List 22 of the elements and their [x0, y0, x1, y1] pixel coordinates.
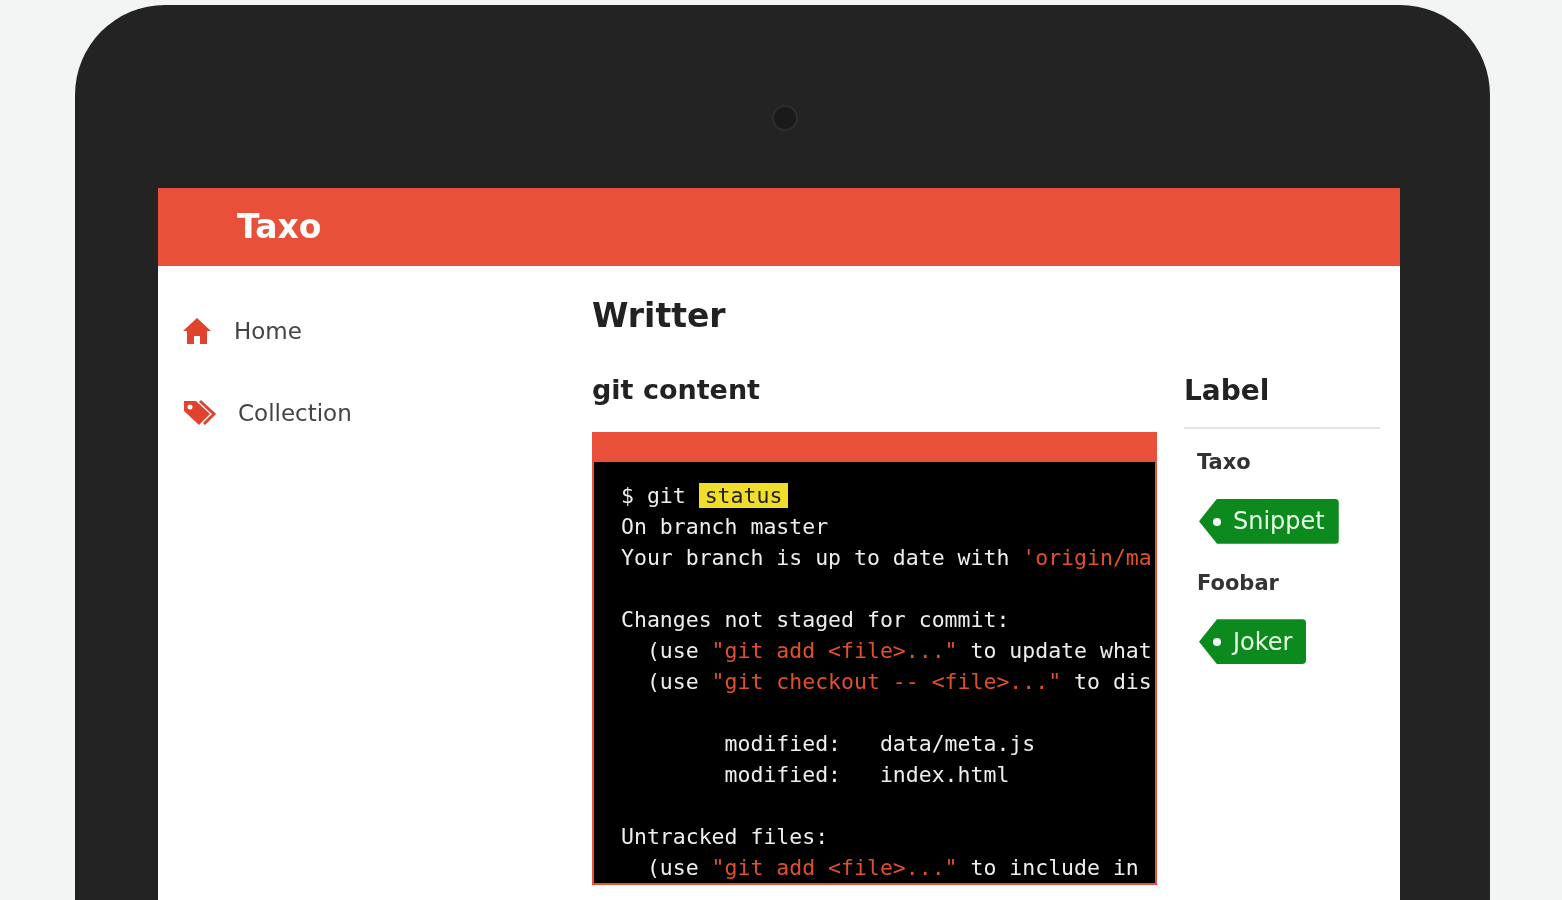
section-title: git content	[592, 373, 761, 406]
terminal-line: modified: data/meta.js	[723, 730, 1037, 758]
terminal-line: Changes not staged for commit:	[621, 606, 1011, 634]
terminal-line: Your branch is up to date with 'origin/ma	[621, 544, 1153, 572]
home-icon	[182, 317, 212, 345]
group-name: Foobar	[1197, 569, 1280, 597]
app-title: Taxo	[237, 206, 322, 249]
group-name: Taxo	[1197, 449, 1252, 477]
terminal-line: modified: index.html	[723, 761, 1011, 789]
terminal-line: (use "git checkout -- <file>..." to dis	[645, 668, 1153, 696]
terminal-line: On branch master	[621, 513, 830, 541]
terminal-line: Untracked files:	[621, 823, 830, 851]
tags-icon	[182, 399, 216, 427]
terminal-line: (use "git add <file>..." to include in	[645, 854, 1140, 882]
page-title: Writter	[592, 296, 727, 336]
terminal-line: (use "git add <file>..." to update what	[645, 637, 1153, 665]
sidebar-item[interactable]: Collection	[182, 372, 592, 454]
sidebar-item[interactable]: Home	[182, 290, 592, 372]
terminal-line: $ git status	[621, 480, 1155, 511]
panel-title: Label	[1184, 373, 1380, 430]
tag-label[interactable]: Joker	[1199, 619, 1307, 665]
tag-label[interactable]: Snippet	[1199, 498, 1339, 544]
